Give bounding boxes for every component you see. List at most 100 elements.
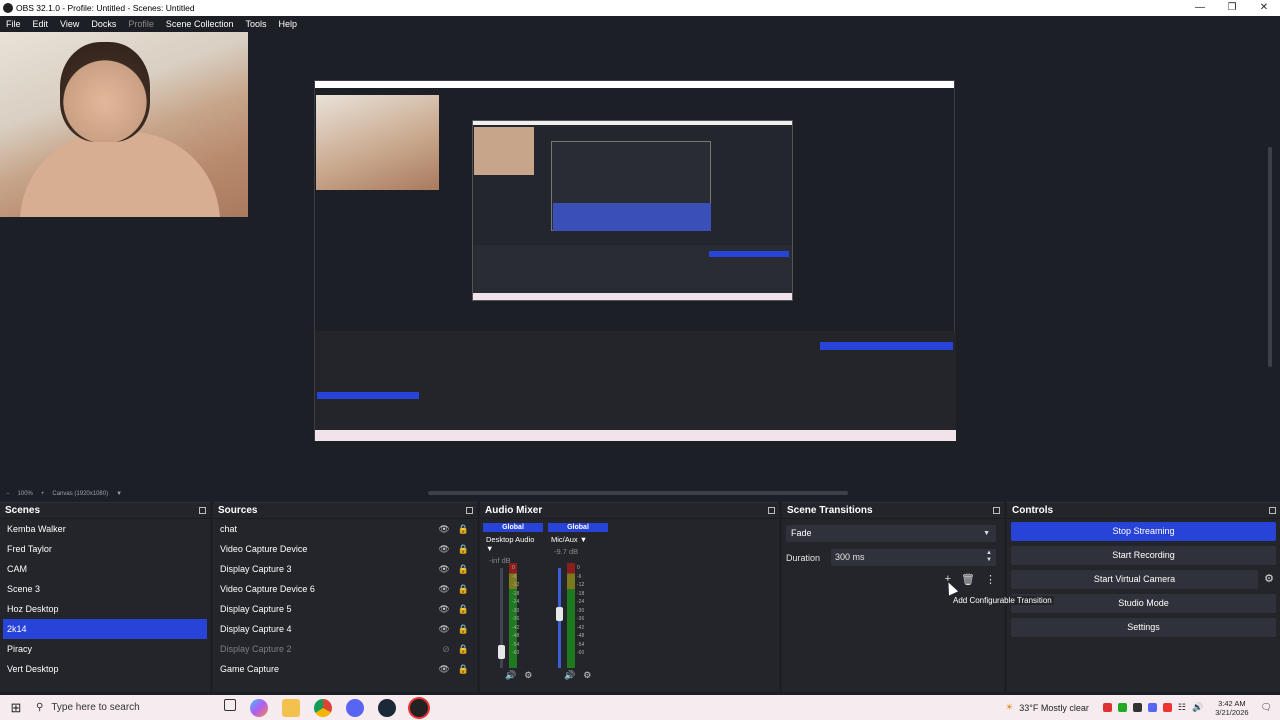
source-item[interactable]: Display Capture 5 👁 🔒 xyxy=(213,599,477,619)
network-icon[interactable]: ☷ xyxy=(1178,702,1186,713)
eye-icon[interactable]: 👁 xyxy=(438,519,449,539)
lock-icon[interactable]: 🔒 xyxy=(458,579,469,599)
discord-icon[interactable] xyxy=(346,698,364,717)
scene-item[interactable]: Vert Desktop xyxy=(0,659,210,679)
canvas-dropdown-icon[interactable]: ▼ xyxy=(116,491,122,497)
tray-app-icon[interactable] xyxy=(1162,703,1172,712)
undock-icon[interactable] xyxy=(768,507,775,514)
channel-settings-icon[interactable]: ⚙ xyxy=(583,670,591,681)
transition-select[interactable]: Fade ▼ xyxy=(786,525,996,542)
source-item[interactable]: Display Capture 3 👁 🔒 xyxy=(213,559,477,579)
lock-icon[interactable]: 🔒 xyxy=(458,659,469,679)
tray-app-icon[interactable] xyxy=(1102,703,1112,712)
scene-item-selected[interactable]: 2k14 xyxy=(3,619,207,639)
weather-widget[interactable]: ☀ 33°F Mostly clear xyxy=(1005,702,1089,713)
tray-app-icon[interactable] xyxy=(1132,703,1142,712)
scene-item[interactable]: Scene 3 xyxy=(0,579,210,599)
task-view-icon[interactable] xyxy=(224,698,236,711)
more-options-icon[interactable]: ⋮ xyxy=(985,573,996,586)
steam-icon[interactable] xyxy=(378,698,396,717)
undock-icon[interactable] xyxy=(993,507,1000,514)
source-label: Display Capture 5 xyxy=(220,604,292,614)
zoom-out-icon[interactable]: − xyxy=(6,491,10,497)
volume-fader[interactable] xyxy=(556,568,563,668)
menu-profile[interactable]: Profile xyxy=(122,16,160,32)
fader-knob[interactable] xyxy=(498,645,505,660)
source-item[interactable]: Display Capture 4 👁 🔒 xyxy=(213,619,477,639)
menu-tools[interactable]: Tools xyxy=(239,16,272,32)
source-item[interactable]: Video Capture Device 👁 🔒 xyxy=(213,539,477,559)
stop-streaming-button[interactable]: Stop Streaming xyxy=(1011,522,1276,541)
channel-settings-icon[interactable]: ⚙ xyxy=(524,670,532,681)
tray-app-icon[interactable] xyxy=(1147,703,1157,712)
scene-item[interactable]: CAM xyxy=(0,559,210,579)
scene-item[interactable]: Kemba Walker xyxy=(0,519,210,539)
duration-spinbox[interactable]: 300 ms ▲ ▼ xyxy=(831,549,996,566)
chrome-icon[interactable] xyxy=(314,698,332,717)
duration-value: 300 ms xyxy=(835,552,865,562)
taskbar-search[interactable]: ⚲ Type here to search xyxy=(32,695,210,720)
eye-icon[interactable]: 👁 xyxy=(438,599,449,619)
eye-icon[interactable]: 👁 xyxy=(438,659,449,679)
source-item[interactable]: Video Capture Device 6 👁 🔒 xyxy=(213,579,477,599)
windows-start-icon[interactable]: ⊞ xyxy=(0,700,32,716)
trash-icon[interactable]: 🗑 xyxy=(961,573,975,586)
eye-hidden-icon[interactable]: ⊘ xyxy=(442,639,450,659)
gear-icon[interactable]: ⚙ xyxy=(1260,570,1278,589)
menu-scene-collection[interactable]: Scene Collection xyxy=(160,16,240,32)
menu-edit[interactable]: Edit xyxy=(27,16,55,32)
eye-icon[interactable]: 👁 xyxy=(438,579,449,599)
speaker-icon[interactable]: 🔊 xyxy=(505,670,516,681)
lock-icon[interactable]: 🔒 xyxy=(458,539,469,559)
spinbox-arrows-icon[interactable]: ▲ ▼ xyxy=(986,550,992,564)
source-label: Video Capture Device xyxy=(220,544,308,554)
source-item[interactable]: Game Capture 👁 🔒 xyxy=(213,659,477,679)
preview-horizontal-scrollbar[interactable] xyxy=(428,491,848,495)
menu-file[interactable]: File xyxy=(0,16,27,32)
close-icon[interactable]: ✕ xyxy=(1248,0,1280,16)
undock-icon[interactable] xyxy=(466,507,473,514)
start-virtual-camera-button[interactable]: Start Virtual Camera ⚙ xyxy=(1011,570,1274,589)
scene-item[interactable]: Fred Taylor xyxy=(0,539,210,559)
preview-vertical-scrollbar[interactable] xyxy=(1268,147,1272,367)
menu-help[interactable]: Help xyxy=(272,16,303,32)
lock-icon[interactable]: 🔒 xyxy=(458,619,469,639)
lock-icon[interactable]: 🔒 xyxy=(458,639,469,659)
channel-menu-icon[interactable]: ▼ xyxy=(580,535,587,544)
scene-item[interactable]: Hoz Desktop xyxy=(0,599,210,619)
webcam-feed xyxy=(0,32,248,217)
volume-icon[interactable]: 🔊 xyxy=(1192,702,1203,713)
undock-icon[interactable] xyxy=(1269,507,1276,514)
obs-taskbar-icon[interactable] xyxy=(410,698,428,717)
scene-item[interactable]: Piracy xyxy=(0,639,210,659)
source-item-hidden[interactable]: Display Capture 2 ⊘ 🔒 xyxy=(213,639,477,659)
zoom-level: 100% xyxy=(17,490,33,497)
fader-knob[interactable] xyxy=(556,606,563,621)
file-explorer-icon[interactable] xyxy=(282,698,300,717)
speaker-icon[interactable]: 🔊 xyxy=(564,670,575,681)
eye-icon[interactable]: 👁 xyxy=(438,539,449,559)
eye-icon[interactable]: 👁 xyxy=(438,559,449,579)
volume-fader[interactable] xyxy=(498,568,505,668)
source-item[interactable]: chat 👁 🔒 xyxy=(213,519,477,539)
menu-docks[interactable]: Docks xyxy=(85,16,122,32)
lock-icon[interactable]: 🔒 xyxy=(458,559,469,579)
notifications-icon[interactable]: 🗨 xyxy=(1261,702,1272,713)
lock-icon[interactable]: 🔒 xyxy=(458,599,469,619)
minimize-icon[interactable]: — xyxy=(1184,0,1216,16)
lock-icon[interactable]: 🔒 xyxy=(458,519,469,539)
zoom-in-icon[interactable]: + xyxy=(41,491,45,497)
undock-icon[interactable] xyxy=(199,507,206,514)
canvas-size: Canvas (1920x1080) xyxy=(52,490,109,497)
obs-logo-icon xyxy=(3,3,13,13)
taskbar-clock[interactable]: 3:42 AM 3/21/2026 xyxy=(1215,699,1248,717)
eye-icon[interactable]: 👁 xyxy=(438,619,449,639)
settings-button[interactable]: Settings xyxy=(1011,618,1276,637)
restore-icon[interactable]: ❐ xyxy=(1216,0,1248,16)
menu-view[interactable]: View xyxy=(54,16,85,32)
copilot-icon[interactable] xyxy=(250,698,268,717)
tray-app-icon[interactable] xyxy=(1117,703,1127,712)
channel-menu-icon[interactable]: ▼ xyxy=(486,544,493,553)
preview-canvas[interactable] xyxy=(0,32,1280,487)
start-recording-button[interactable]: Start Recording xyxy=(1011,546,1276,565)
